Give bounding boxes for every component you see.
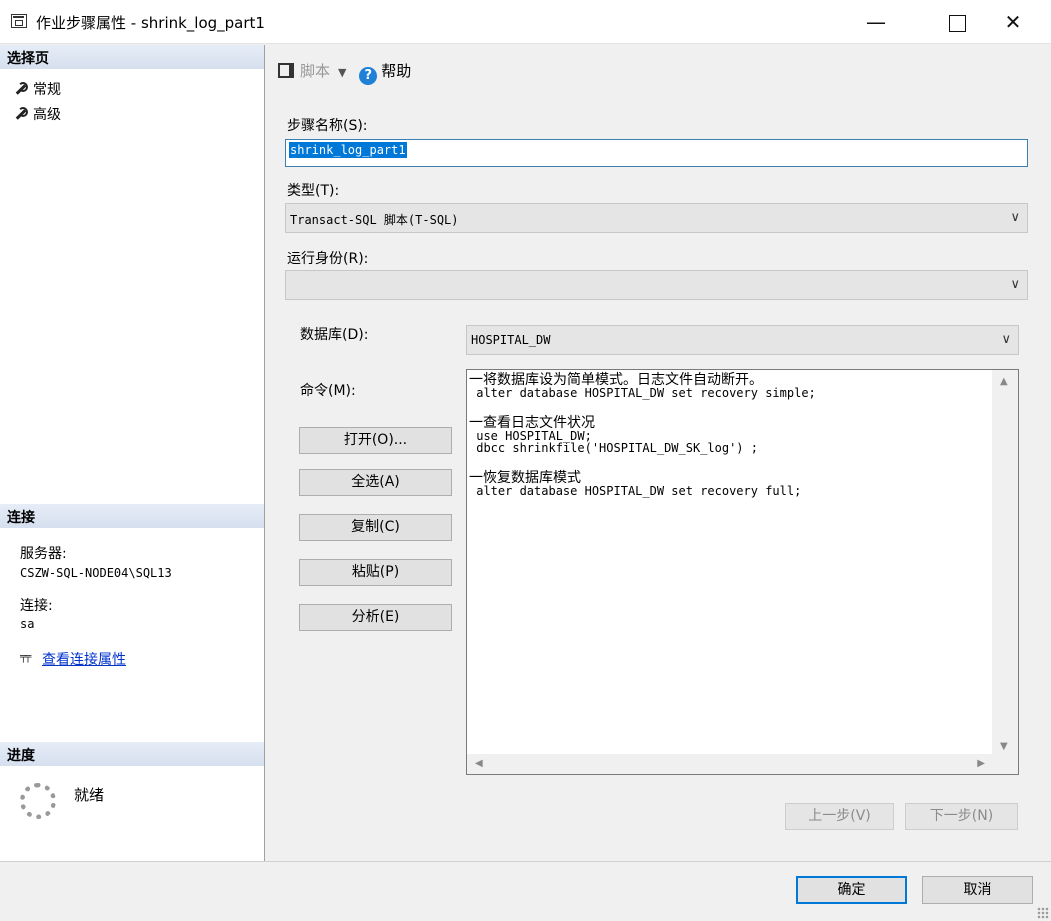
select-page-header: 选择页 xyxy=(0,45,264,69)
command-line: alter database HOSPITAL_DW set recovery … xyxy=(469,484,802,498)
progress-spinner-icon xyxy=(20,783,56,819)
run-as-label: 运行身份(R): xyxy=(287,251,369,267)
maximize-button[interactable] xyxy=(934,0,980,44)
database-value: HOSPITAL_DW xyxy=(471,333,551,347)
next-step-button[interactable]: 下一步(N) xyxy=(905,803,1018,830)
chevron-down-icon: ∨ xyxy=(1010,277,1020,292)
left-panel: 选择页 常规 高级 连接 服务器: CSZW-SQL-NODE04\SQL13 … xyxy=(0,45,265,861)
connection-value: sa xyxy=(20,617,35,631)
title-bar: 作业步骤属性 - shrink_log_part1 — ✕ xyxy=(0,0,1051,44)
scroll-right-icon[interactable]: ▶ xyxy=(977,758,985,769)
paste-button[interactable]: 粘贴(P) xyxy=(299,559,452,586)
server-label: 服务器: xyxy=(20,546,67,562)
command-text[interactable]: 一将数据库设为简单模式。日志文件自动断开。 alter database HOS… xyxy=(469,373,989,497)
help-button[interactable]: ? 帮助 xyxy=(359,62,412,85)
server-value: CSZW-SQL-NODE04\SQL13 xyxy=(20,566,172,580)
database-label: 数据库(D): xyxy=(300,327,369,343)
script-button[interactable]: 脚本 xyxy=(278,62,330,80)
resize-grip-icon[interactable] xyxy=(1037,907,1049,919)
chevron-down-icon: ∨ xyxy=(1010,210,1020,225)
step-name-value: shrink_log_part1 xyxy=(289,142,407,158)
progress-status: 就绪 xyxy=(74,786,105,804)
command-comment: 一将数据库设为简单模式。日志文件自动断开。 xyxy=(469,372,763,388)
plug-icon xyxy=(20,650,36,665)
connection-header: 连接 xyxy=(0,504,264,528)
maximize-icon xyxy=(948,15,966,32)
page-item-general[interactable]: 常规 xyxy=(14,79,61,99)
ok-button[interactable]: 确定 xyxy=(796,876,907,904)
database-select[interactable]: HOSPITAL_DW ∨ xyxy=(466,325,1019,355)
run-as-select[interactable]: ∨ xyxy=(285,270,1028,300)
cancel-button[interactable]: 取消 xyxy=(922,876,1033,904)
scrollbar-corner xyxy=(992,754,1018,774)
command-line: dbcc shrinkfile('HOSPITAL_DW_SK_log') ; xyxy=(469,441,758,455)
view-connection-properties: 查看连接属性 xyxy=(20,649,126,669)
help-label: 帮助 xyxy=(381,62,412,80)
command-comment: 一恢复数据库模式 xyxy=(469,470,581,486)
type-select[interactable]: Transact-SQL 脚本(T-SQL) ∨ xyxy=(285,203,1028,233)
open-button[interactable]: 打开(O)... xyxy=(299,427,452,454)
horizontal-scrollbar[interactable]: ◀ ▶ xyxy=(467,754,993,774)
script-dropdown-icon[interactable]: ▼ xyxy=(338,66,346,79)
scroll-down-icon[interactable]: ▼ xyxy=(1000,741,1008,752)
step-name-label: 步骤名称(S): xyxy=(287,118,368,134)
command-comment: 一查看日志文件状况 xyxy=(469,415,595,431)
script-label: 脚本 xyxy=(300,62,331,80)
connection-label: 连接: xyxy=(20,598,53,614)
wrench-icon xyxy=(14,107,28,121)
progress-header: 进度 xyxy=(0,742,264,766)
help-icon: ? xyxy=(359,67,378,85)
window-icon xyxy=(11,14,27,28)
close-button[interactable]: ✕ xyxy=(990,0,1036,44)
parse-button[interactable]: 分析(E) xyxy=(299,604,452,631)
script-icon xyxy=(278,63,294,78)
previous-step-button[interactable]: 上一步(V) xyxy=(785,803,894,830)
minimize-button[interactable]: — xyxy=(853,0,899,44)
step-name-input[interactable]: shrink_log_part1 xyxy=(285,139,1028,167)
scroll-left-icon[interactable]: ◀ xyxy=(475,758,483,769)
type-value: Transact-SQL 脚本(T-SQL) xyxy=(290,213,459,227)
command-editor[interactable]: 一将数据库设为简单模式。日志文件自动断开。 alter database HOS… xyxy=(466,369,1019,775)
footer-divider xyxy=(265,861,1051,862)
command-line: alter database HOSPITAL_DW set recovery … xyxy=(469,386,816,400)
wrench-icon xyxy=(14,82,28,96)
type-label: 类型(T): xyxy=(287,183,340,199)
scroll-up-icon[interactable]: ▲ xyxy=(1000,376,1008,387)
page-item-label: 常规 xyxy=(33,82,61,98)
command-label: 命令(M): xyxy=(300,383,356,399)
toolbar: 脚本 ▼ ? 帮助 xyxy=(278,60,411,85)
select-all-button[interactable]: 全选(A) xyxy=(299,469,452,496)
vertical-scrollbar[interactable]: ▲ ▼ xyxy=(992,370,1018,756)
window-title: 作业步骤属性 - shrink_log_part1 xyxy=(36,14,265,32)
copy-button[interactable]: 复制(C) xyxy=(299,514,452,541)
view-connection-properties-link[interactable]: 查看连接属性 xyxy=(42,652,126,668)
chevron-down-icon: ∨ xyxy=(1001,332,1011,347)
page-item-label: 高级 xyxy=(33,107,61,123)
page-item-advanced[interactable]: 高级 xyxy=(14,104,61,124)
footer-divider xyxy=(0,861,265,862)
